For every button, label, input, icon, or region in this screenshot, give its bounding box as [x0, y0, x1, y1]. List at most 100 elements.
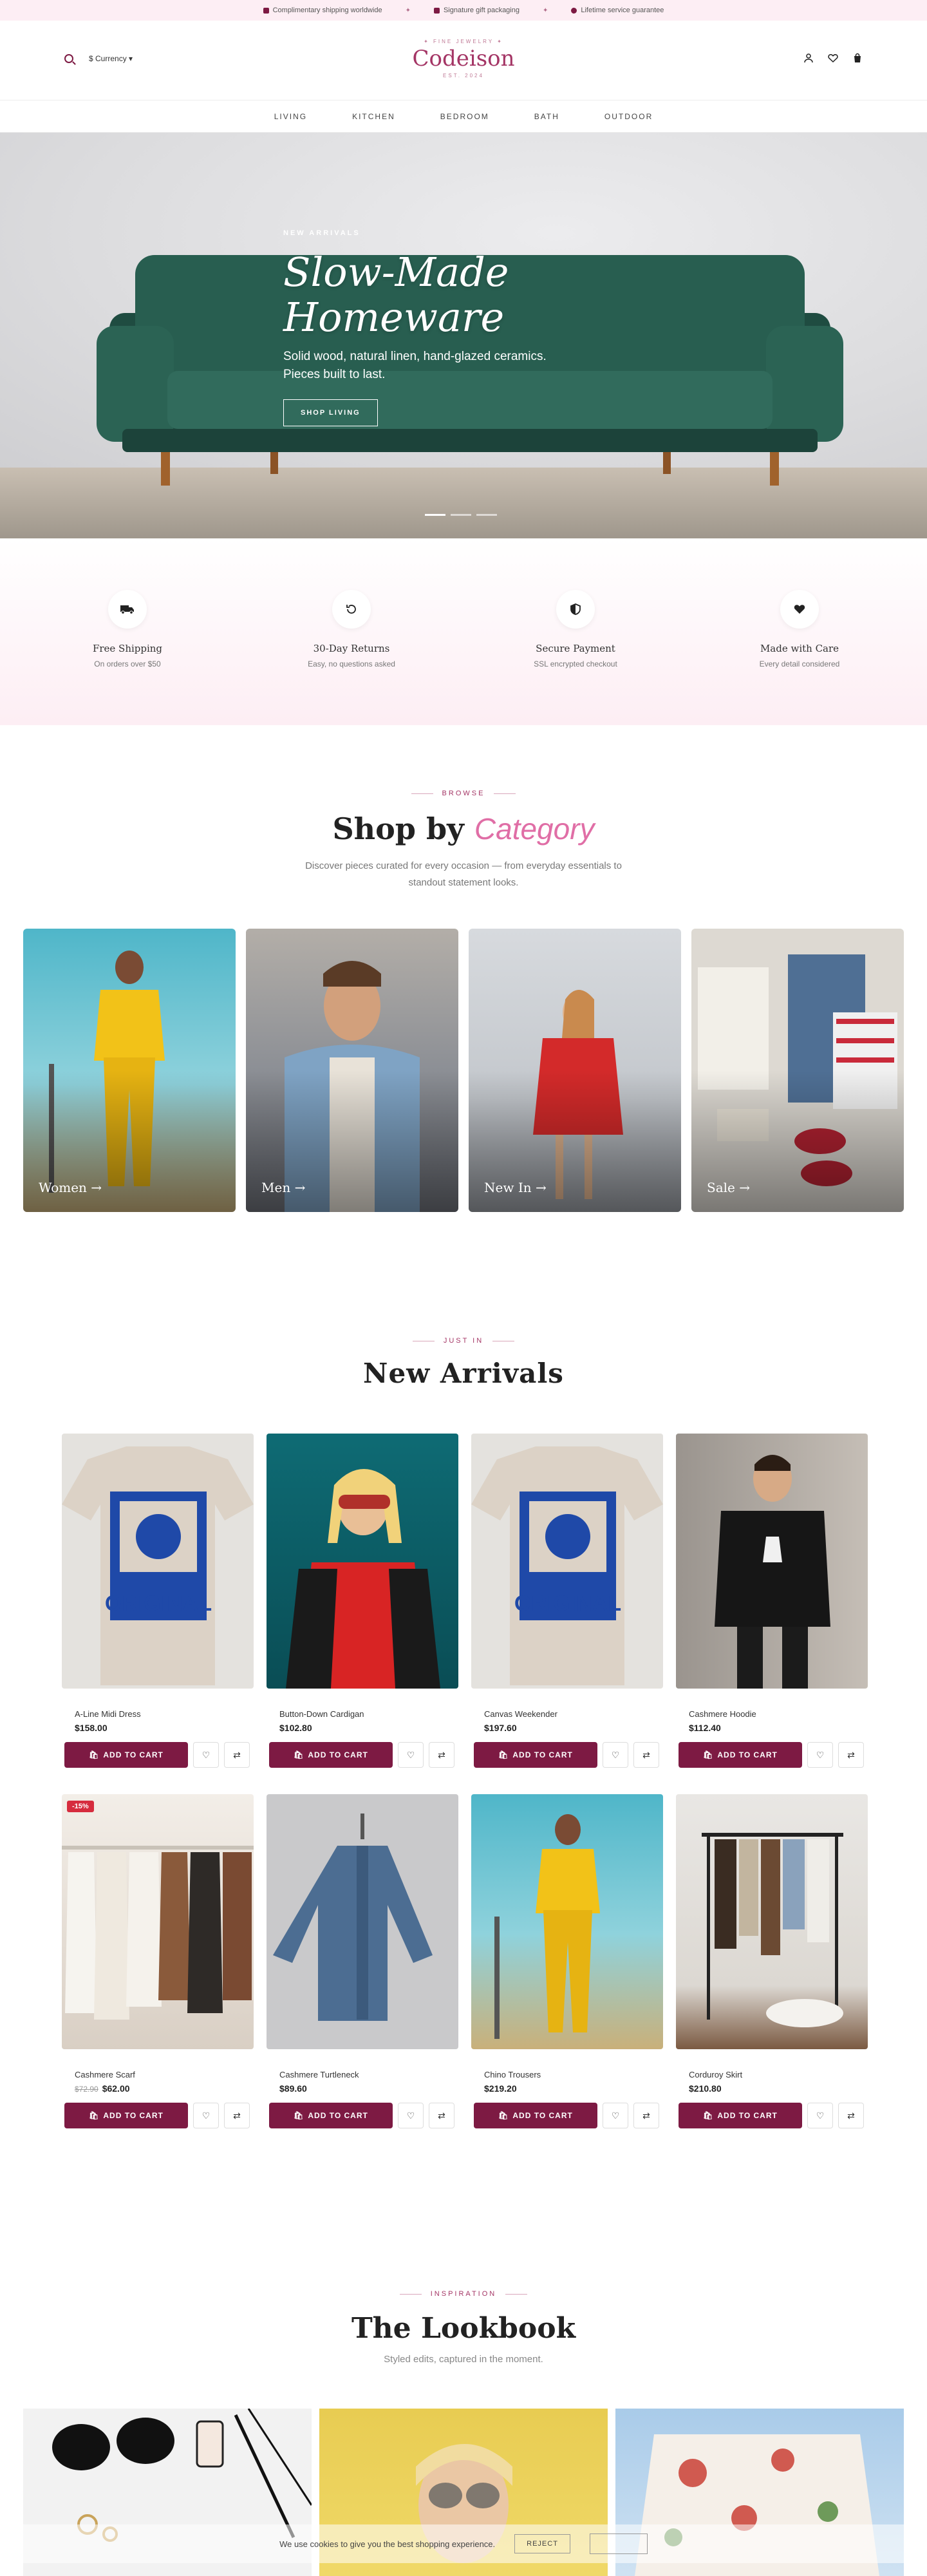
compare-button[interactable]: ⇄ [838, 2103, 864, 2128]
slide-dot[interactable] [425, 514, 445, 516]
compare-button[interactable]: ⇄ [224, 1742, 250, 1768]
product-image[interactable] [267, 1794, 458, 2049]
hero-pagination [425, 514, 497, 516]
logo[interactable]: ✦ FINE JEWELRY ✦ Codeison EST. 2024 [399, 39, 528, 79]
wishlist-button[interactable]: ♡ [603, 2103, 628, 2128]
compare-button[interactable]: ⇄ [429, 2103, 454, 2128]
category-name: Sale [707, 1180, 735, 1195]
category-card-sale[interactable]: Sale → [691, 929, 904, 1212]
cart-icon[interactable] [852, 53, 863, 66]
product-actions: 🛍 ADD TO CART ♡ ⇄ [267, 2103, 460, 2128]
category-label: New In → [484, 1180, 547, 1195]
product-actions: 🛍 ADD TO CART ♡ ⇄ [267, 1742, 460, 1768]
compare-button[interactable]: ⇄ [838, 1742, 864, 1768]
wishlist-button[interactable]: ♡ [398, 2103, 424, 2128]
add-to-cart-button[interactable]: 🛍 ADD TO CART [269, 2103, 393, 2128]
product-image[interactable]: ORIGINAL [62, 1434, 254, 1689]
account-icon[interactable] [803, 53, 814, 66]
add-to-cart-button[interactable]: 🛍 ADD TO CART [679, 1742, 802, 1768]
product-name[interactable]: Canvas Weekender [471, 1709, 664, 1719]
heart-icon: ♡ [611, 1749, 620, 1760]
reject-cookies-button[interactable]: REJECT [514, 2534, 570, 2553]
bag-icon: 🛍 [294, 2111, 304, 2120]
title-accent: Category [474, 812, 595, 846]
add-to-cart-label: ADD TO CART [103, 2111, 164, 2120]
compare-icon: ⇄ [847, 1749, 855, 1760]
product-actions: 🛍 ADD TO CART ♡ ⇄ [62, 2103, 255, 2128]
compare-icon: ⇄ [233, 1749, 241, 1760]
compare-button[interactable]: ⇄ [633, 2103, 659, 2128]
lookbook-section: INSPIRATION The Lookbook Styled edits, c… [0, 2290, 927, 2365]
product-image[interactable] [267, 1434, 458, 1689]
product-name[interactable]: Corduroy Skirt [676, 2070, 869, 2079]
eyebrow-text: BROWSE [442, 790, 485, 797]
nav-item-outdoor[interactable]: OUTDOOR [604, 112, 653, 121]
compare-button[interactable]: ⇄ [633, 1742, 659, 1768]
wishlist-button[interactable]: ♡ [398, 1742, 424, 1768]
nav-item-kitchen[interactable]: KITCHEN [352, 112, 395, 121]
wishlist-icon[interactable] [828, 53, 838, 66]
product-card: Chino Trousers $219.20 🛍 ADD TO CART ♡ ⇄ [471, 1794, 664, 2128]
arrivals-section: JUST IN New Arrivals [0, 1337, 927, 1389]
section-desc: Discover pieces curated for every occasi… [305, 860, 622, 888]
add-to-cart-label: ADD TO CART [308, 1750, 368, 1759]
currency-selector[interactable]: $ Currency ▾ [89, 54, 133, 63]
wishlist-button[interactable]: ♡ [603, 1742, 628, 1768]
product-image[interactable] [676, 1794, 868, 2049]
product-price: $210.80 [689, 2083, 722, 2094]
heart-icon: ♡ [406, 1749, 415, 1760]
product-image[interactable]: ORIGINAL [471, 1434, 663, 1689]
main-nav: LIVING KITCHEN BEDROOM BATH OUTDOOR [0, 100, 927, 133]
announcement-text: Complimentary shipping worldwide [272, 6, 382, 14]
add-to-cart-button[interactable]: 🛍 ADD TO CART [64, 1742, 188, 1768]
accept-cookies-button[interactable] [589, 2533, 648, 2554]
add-to-cart-button[interactable]: 🛍 ADD TO CART [679, 2103, 802, 2128]
discount-badge: -15% [67, 1801, 94, 1812]
category-card-new-in[interactable]: New In → [469, 929, 681, 1212]
svg-text:ORIGINAL: ORIGINAL [514, 1591, 621, 1616]
site-header: $ Currency ▾ ✦ FINE JEWELRY ✦ Codeison E… [0, 21, 927, 100]
wishlist-button[interactable]: ♡ [807, 1742, 833, 1768]
product-name[interactable]: A-Line Midi Dress [62, 1709, 255, 1719]
nav-item-living[interactable]: LIVING [274, 112, 307, 121]
slide-dot[interactable] [476, 514, 497, 516]
bag-icon: 🛍 [89, 1750, 100, 1759]
product-image[interactable] [471, 1794, 663, 2049]
add-to-cart-button[interactable]: 🛍 ADD TO CART [474, 1742, 597, 1768]
nav-item-bedroom[interactable]: BEDROOM [440, 112, 489, 121]
category-card-men[interactable]: Men → [246, 929, 458, 1212]
nav-item-bath[interactable]: BATH [534, 112, 559, 121]
shop-living-button[interactable]: SHOP LIVING [283, 399, 378, 426]
product-name[interactable]: Button-Down Cardigan [267, 1709, 460, 1719]
product-name[interactable]: Cashmere Scarf [62, 2070, 255, 2079]
feature-title: Free Shipping [92, 643, 163, 654]
compare-button[interactable]: ⇄ [429, 1742, 454, 1768]
slide-dot[interactable] [451, 514, 471, 516]
add-to-cart-button[interactable]: 🛍 ADD TO CART [64, 2103, 188, 2128]
eyebrow-text: JUST IN [443, 1337, 484, 1345]
svg-text:ORIGINAL: ORIGINAL [105, 1591, 212, 1616]
add-to-cart-button[interactable]: 🛍 ADD TO CART [474, 2103, 597, 2128]
search-icon[interactable] [64, 54, 73, 63]
category-card-women[interactable]: Women → [23, 929, 236, 1212]
heart-icon: ♡ [816, 2110, 825, 2121]
product-name[interactable]: Chino Trousers [471, 2070, 664, 2079]
bag-icon: 🛍 [703, 1750, 714, 1759]
wishlist-button[interactable]: ♡ [193, 2103, 219, 2128]
product-actions: 🛍 ADD TO CART ♡ ⇄ [676, 2103, 869, 2128]
heart-icon: ♡ [201, 1749, 211, 1760]
announcement-item: Signature gift packaging [433, 6, 520, 14]
hero-subtitle: Solid wood, natural linen, hand-glazed c… [283, 350, 547, 381]
feature-returns: 30-Day Returns Easy, no questions asked [255, 590, 448, 668]
product-name[interactable]: Cashmere Turtleneck [267, 2070, 460, 2079]
add-to-cart-button[interactable]: 🛍 ADD TO CART [269, 1742, 393, 1768]
product-image[interactable] [676, 1434, 868, 1689]
compare-button[interactable]: ⇄ [224, 2103, 250, 2128]
wishlist-button[interactable]: ♡ [193, 1742, 219, 1768]
product-name[interactable]: Cashmere Hoodie [676, 1709, 869, 1719]
bag-icon: 🛍 [498, 1750, 509, 1759]
wishlist-button[interactable]: ♡ [807, 2103, 833, 2128]
product-photo [494, 1814, 600, 2039]
product-photo [273, 1814, 433, 2021]
product-image[interactable]: -15% [62, 1794, 254, 2049]
